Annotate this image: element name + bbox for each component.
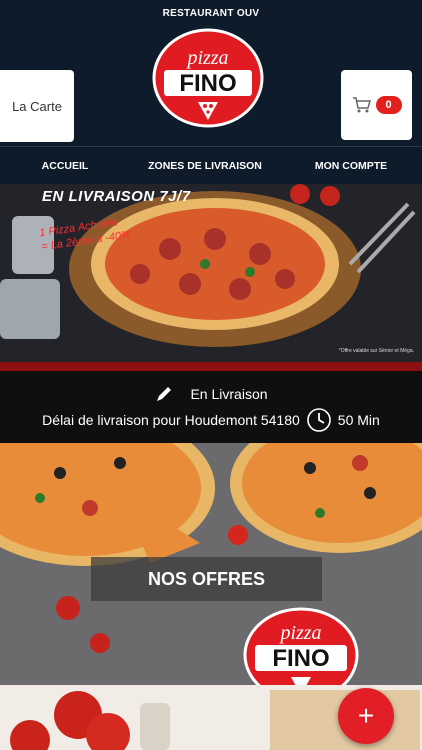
- delivery-title: En Livraison: [190, 386, 268, 402]
- edit-icon[interactable]: [154, 384, 174, 404]
- hero-title: EN LIVRAISON 7J/7: [42, 188, 191, 205]
- section-divider: [0, 362, 422, 371]
- nav-item-zones-de-livraison[interactable]: ZONES DE LIVRAISON: [130, 160, 280, 172]
- clock-icon: [306, 408, 331, 432]
- nav-item-accueil[interactable]: ACCUEIL: [0, 160, 130, 172]
- cart-icon: [352, 97, 371, 113]
- cart-count-badge: 0: [375, 96, 402, 114]
- app-header: RESTAURANT OUV La Carte pizza FINO 0: [0, 0, 422, 146]
- logo-text-top: pizza: [185, 47, 228, 69]
- logo-text-main: FINO: [179, 70, 236, 97]
- hero-banner[interactable]: EN LIVRAISON 7J/7 1 Pizza Achetée = La 2…: [0, 184, 422, 362]
- offers-brand-logo: pizza FINO: [243, 607, 359, 685]
- main-nav: ACCUEIL ZONES DE LIVRAISON MON COMPTE: [0, 146, 422, 184]
- nav-item-mon-compte[interactable]: MON COMPTE: [280, 160, 422, 172]
- hero-note: *Offre valable sur Sénior et Méga.: [338, 348, 414, 354]
- delivery-text: Délai de livraison pour Houdemont 54180: [42, 412, 300, 428]
- offers-logo-text-top: pizza: [278, 622, 321, 644]
- delivery-line: Délai de livraison pour Houdemont 54180 …: [0, 407, 422, 433]
- restaurant-status: RESTAURANT OUV: [162, 8, 260, 19]
- cart-button[interactable]: 0: [341, 70, 412, 140]
- delivery-info[interactable]: En Livraison Délai de livraison pour Hou…: [0, 371, 422, 443]
- delivery-title-row: En Livraison: [0, 384, 422, 404]
- offers-logo-text-main: FINO: [272, 645, 329, 672]
- brand-logo[interactable]: pizza FINO: [152, 28, 264, 128]
- delivery-time: 50 Min: [337, 412, 380, 428]
- offers-button[interactable]: NOS OFFRES: [91, 557, 322, 601]
- add-button[interactable]: +: [338, 688, 394, 744]
- hero-pizza-image: [0, 184, 422, 362]
- menu-button[interactable]: La Carte: [0, 70, 74, 142]
- offers-section[interactable]: NOS OFFRES pizza FINO: [0, 443, 422, 685]
